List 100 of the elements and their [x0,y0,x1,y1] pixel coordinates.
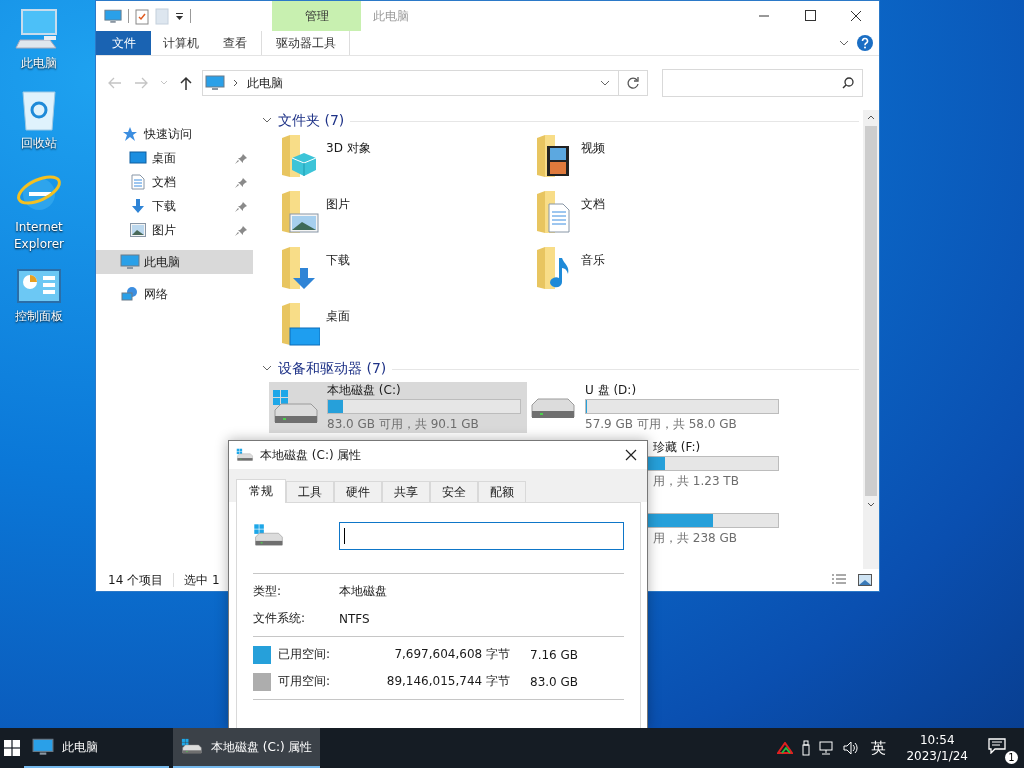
dialog-tab[interactable]: 硬件 [334,481,382,502]
window-title: 此电脑 [373,7,410,25]
help-icon[interactable] [857,35,873,51]
tray-app-icon[interactable] [777,742,794,754]
ribbon-tab[interactable]: 文件 [96,31,151,55]
network-icon[interactable] [819,740,836,756]
expand-ribbon-icon[interactable] [839,38,849,48]
collapse-group-icon[interactable] [262,115,272,125]
notification-icon[interactable] [988,738,1006,754]
folder-name[interactable]: 音乐 [581,252,605,269]
address-dropdown-icon[interactable] [600,78,610,88]
clock[interactable]: 10:54 2023/1/24 [906,732,968,764]
nav-item[interactable]: 此电脑 [96,250,253,274]
search-icon [842,77,854,89]
desktop-icon [129,151,147,165]
computer-icon [32,738,54,756]
dialog-tab[interactable]: 常规 [236,479,286,503]
usb-icon[interactable] [801,740,812,756]
network-icon [121,286,139,302]
group-header[interactable]: 文件夹 (7) [278,112,345,130]
taskbar-app[interactable]: 本地磁盘 (C:) 属性 [173,728,321,768]
nav-item[interactable]: 网络 [96,282,253,306]
desktop-icon-label[interactable]: 控制面板 [15,308,63,325]
pin-icon[interactable] [235,176,247,188]
space-label: 已用空间: [278,646,332,663]
item-count: 14 个项目 [108,571,164,589]
folder-name[interactable]: 视频 [581,140,605,157]
address-bar[interactable]: 此电脑 [202,70,648,96]
pin-icon[interactable] [235,152,247,164]
nav-item[interactable]: 图片 [96,218,253,242]
dialog-tab[interactable]: 配额 [478,481,526,502]
folder-name[interactable]: 桌面 [326,308,350,325]
control-panel-icon[interactable] [17,269,61,305]
space-size: 83.0 GB [530,674,579,689]
ribbon-tab[interactable]: 计算机 [151,31,211,55]
input-method-indicator[interactable]: 英 [871,738,887,758]
scroll-thumb[interactable] [865,126,877,496]
close-icon[interactable] [625,449,637,461]
drive-name[interactable]: U 盘 (D:) [585,382,779,397]
space-size: 7.16 GB [530,647,579,662]
windows-drive-icon [181,738,203,756]
scrollbar[interactable] [863,110,879,569]
computer-icon [205,75,225,91]
property-label: 类型: [253,583,283,600]
dialog-tab[interactable]: 共享 [382,481,430,502]
up-icon[interactable] [180,76,192,90]
desktop-folder-icon [280,302,320,346]
refresh-icon[interactable] [626,76,640,90]
download-icon [130,198,146,214]
ribbon-tab[interactable]: 驱动器工具 [261,31,350,55]
properties-icon[interactable] [135,7,149,25]
pin-icon[interactable] [235,224,247,236]
dropdown-icon[interactable] [175,11,184,21]
folder-name[interactable]: 文档 [581,196,605,213]
drive-free-space: 用，共 238 GB [652,530,739,547]
computer-icon [120,254,140,270]
clock-date[interactable]: 2023/1/24 [906,748,968,764]
volume-icon[interactable] [843,740,860,756]
clock-time[interactable]: 10:54 [919,732,955,748]
scroll-down-icon[interactable] [867,502,875,508]
property-label: 文件系统: [253,610,307,627]
property-value: 本地磁盘 [339,583,387,600]
context-group-label: 管理 [272,1,361,31]
drive-label-field[interactable] [338,522,624,550]
space-label: 可用空间: [278,673,332,690]
windows-drive-icon [236,447,254,463]
folder-name[interactable]: 3D 对象 [326,140,371,157]
nav-item[interactable]: 桌面 [96,146,253,170]
drive-free-space: 用，共 1.23 TB [652,473,740,490]
nav-item[interactable]: 快速访问 [96,122,253,146]
space-bytes: 89,146,015,744 字节 [385,673,510,690]
folder-name[interactable]: 下载 [326,252,350,269]
group-header[interactable]: 设备和驱动器 (7) [278,360,387,378]
drive-name[interactable]: 本地磁盘 (C:) [327,382,521,397]
nav-item[interactable]: 文档 [96,170,253,194]
taskbar-app[interactable]: 此电脑 [24,728,169,768]
dialog-tab[interactable]: 工具 [286,481,334,502]
notification-badge: 1 [1005,751,1018,764]
drive-free-space: 83.0 GB 可用，共 90.1 GB [327,416,480,433]
recycle-bin-icon[interactable] [19,88,59,132]
pin-icon[interactable] [235,200,247,212]
large-icons-view-icon[interactable] [857,573,873,587]
picture-folder-icon [280,190,320,234]
selected-drive-tile[interactable]: 本地磁盘 (C:) 83.0 GB 可用，共 90.1 GB [269,382,527,433]
dialog-tab[interactable]: 安全 [430,481,478,502]
collapse-group-icon[interactable] [262,363,272,373]
folder-name[interactable]: 图片 [326,196,350,213]
start-icon[interactable] [4,740,20,756]
space-bytes: 7,697,604,608 字节 [393,646,510,663]
selection-count: 选中 1 [184,571,220,589]
picture-icon [130,223,146,237]
nav-item[interactable]: 下载 [96,194,253,218]
scroll-up-icon[interactable] [867,114,875,120]
computer-icon [104,8,122,24]
property-value: NTFS [339,611,370,626]
search-field[interactable] [662,69,863,97]
star-icon [122,126,138,142]
ribbon-tab[interactable]: 查看 [211,31,259,55]
drive-free-space: 57.9 GB 可用，共 58.0 GB [585,416,738,433]
address-text[interactable]: 此电脑 [247,74,283,92]
